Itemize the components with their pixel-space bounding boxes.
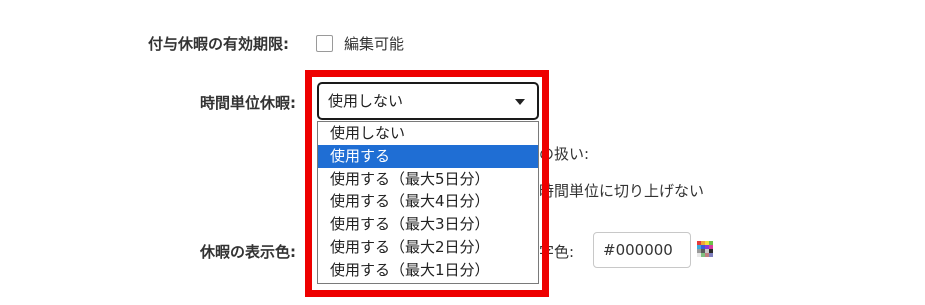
option-use-max-4-days[interactable]: 使用する（最大4日分）	[318, 190, 538, 213]
hourly-leave-label: 時間単位休暇:	[200, 94, 296, 112]
triangle-down-icon	[515, 99, 525, 105]
text-color-input[interactable]: #000000	[593, 232, 691, 268]
option-use[interactable]: 使用する	[318, 144, 538, 168]
color-palette-icon[interactable]	[697, 241, 713, 257]
editable-checkbox[interactable]	[316, 35, 333, 52]
display-color-label: 休暇の表示色:	[200, 243, 296, 261]
option-use-max-3-days[interactable]: 使用する（最大3日分）	[318, 213, 538, 236]
hourly-leave-select[interactable]: 使用しない	[317, 82, 539, 120]
hourly-leave-selected-value: 使用しない	[328, 92, 404, 110]
leave-validity-label: 付与休暇の有効期限:	[148, 35, 289, 53]
option-use-max-5-days[interactable]: 使用する（最大5日分）	[318, 168, 538, 191]
option-use-max-1-day[interactable]: 使用する（最大1日分）	[318, 259, 538, 282]
round-up-option-label: 時間単位に切り上げない	[539, 182, 705, 200]
option-use-max-2-days[interactable]: 使用する（最大2日分）	[318, 236, 538, 259]
option-not-use[interactable]: 使用しない	[318, 122, 538, 145]
editable-checkbox-label: 編集可能	[344, 35, 405, 53]
hourly-leave-options: 使用しない 使用する 使用する（最大5日分） 使用する（最大4日分） 使用する（…	[317, 121, 539, 284]
